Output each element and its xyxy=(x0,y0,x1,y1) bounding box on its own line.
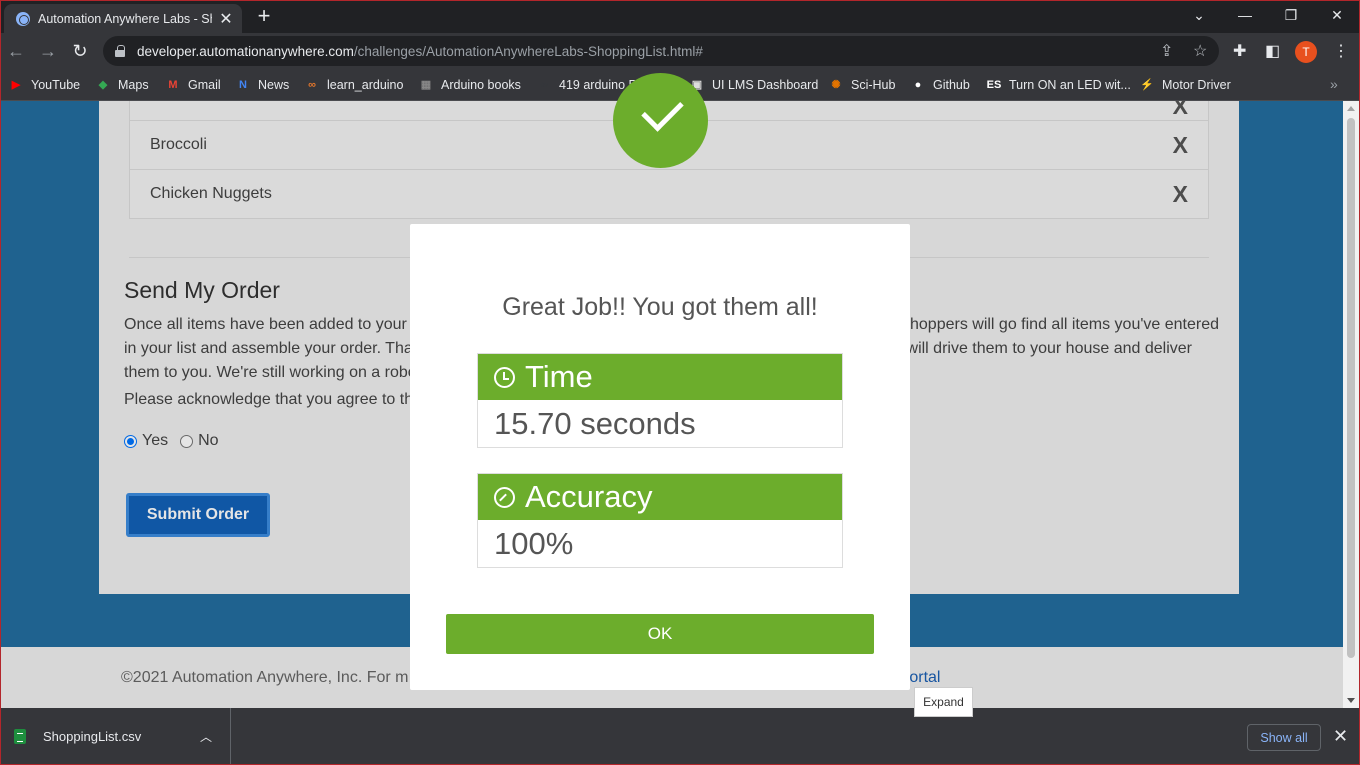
address-bar[interactable]: developer.automationanywhere.com/challen… xyxy=(103,36,1219,66)
bookmark-sci-hub[interactable]: ✺ Sci-Hub xyxy=(828,75,895,95)
reload-icon[interactable]: ↻ xyxy=(68,39,92,63)
bookmark-gmail[interactable]: M Gmail xyxy=(165,75,221,95)
bookmark-motor-driver[interactable]: ⚡ Motor Driver xyxy=(1139,75,1231,95)
time-label: Time xyxy=(525,359,593,394)
bookmark-label: Arduino books xyxy=(441,78,521,92)
alarm-clock-icon xyxy=(494,366,515,388)
gauge-icon xyxy=(494,486,515,508)
youtube-icon: ▶ xyxy=(11,79,21,91)
download-bar: ShoppingList.csv ︿ Show all ✕ xyxy=(0,708,1360,765)
download-file-name: ShoppingList.csv xyxy=(43,729,142,744)
bookmark-label: Github xyxy=(933,78,970,92)
restore-button[interactable]: ❐ xyxy=(1268,0,1314,30)
bookmark-turn-on-an-led-wit[interactable]: ES Turn ON an LED wit... xyxy=(986,75,1131,95)
bookmark-label: Maps xyxy=(118,78,149,92)
es-icon: ES xyxy=(986,79,1002,91)
globe-icon xyxy=(16,11,30,26)
side-panel-icon[interactable]: ◧ xyxy=(1265,41,1280,61)
ok-button[interactable]: OK xyxy=(446,614,874,654)
menu-icon[interactable]: ⋮ xyxy=(1333,41,1349,61)
tab-strip: Automation Anywhere Labs - Shopping List… xyxy=(0,0,1360,33)
chevron-up-icon[interactable]: ︿ xyxy=(200,728,212,745)
time-value: 15.70 seconds xyxy=(478,400,842,447)
extensions-icon[interactable]: ✚ xyxy=(1233,41,1246,61)
lock-icon[interactable] xyxy=(115,45,125,57)
bookmark-label: UI LMS Dashboard xyxy=(712,78,819,92)
bookmark-github[interactable]: ● Github xyxy=(910,75,970,95)
bookmark-label: News xyxy=(258,78,290,92)
github-icon: ● xyxy=(914,79,922,91)
bookmark-ui-lms-dashboard[interactable]: ▣ UI LMS Dashboard xyxy=(689,75,819,95)
time-panel: Time 15.70 seconds xyxy=(477,353,843,448)
accuracy-value: 100% xyxy=(478,520,842,567)
bookmark-news[interactable]: N News xyxy=(235,75,289,95)
accuracy-label: Accuracy xyxy=(525,479,653,514)
tab-title: Automation Anywhere Labs - Shopping List xyxy=(38,11,212,26)
bookmark-label: Motor Driver xyxy=(1162,78,1231,92)
url-text: developer.automationanywhere.com/challen… xyxy=(137,43,703,59)
scihub-icon: ✺ xyxy=(831,79,841,91)
infinity-icon: ∞ xyxy=(540,79,548,91)
checkmark-icon xyxy=(613,73,708,168)
motor-icon: ⚡ xyxy=(1140,79,1154,91)
back-icon[interactable]: ← xyxy=(4,39,28,63)
bookmark-label: Sci-Hub xyxy=(851,78,896,92)
close-download-bar-icon[interactable]: ✕ xyxy=(1333,726,1348,747)
browser-tab[interactable]: Automation Anywhere Labs - Shopping List… xyxy=(4,4,242,33)
accuracy-panel: Accuracy 100% xyxy=(477,473,843,568)
scroll-down-icon[interactable] xyxy=(1347,698,1355,703)
bookmark-learn-arduino[interactable]: ∞ learn_arduino xyxy=(304,75,403,95)
page-scrollbar[interactable] xyxy=(1343,101,1359,708)
browser-toolbar: ← → ↻ developer.automationanywhere.com/c… xyxy=(0,33,1360,69)
bookmark-star-icon[interactable]: ☆ xyxy=(1193,41,1207,61)
new-tab-button[interactable]: + xyxy=(254,4,274,28)
minimize-button[interactable]: — xyxy=(1222,0,1268,30)
book-icon: ▦ xyxy=(420,79,432,91)
bookmark-label: YouTube xyxy=(31,78,81,92)
bookmark-label: Turn ON an LED wit... xyxy=(1009,78,1131,92)
show-all-button[interactable]: Show all xyxy=(1247,724,1321,751)
close-window-button[interactable]: ✕ xyxy=(1314,0,1360,30)
more-bookmarks-icon[interactable]: » xyxy=(1330,76,1338,92)
download-item[interactable]: ShoppingList.csv ︿ xyxy=(0,708,231,765)
forward-icon[interactable]: → xyxy=(36,39,60,63)
scroll-up-icon[interactable] xyxy=(1347,106,1355,111)
bookmark-youtube[interactable]: ▶ YouTube xyxy=(8,75,80,95)
profile-avatar[interactable]: T xyxy=(1295,41,1317,63)
bookmark-maps[interactable]: ◆ Maps xyxy=(95,75,149,95)
maps-icon: ◆ xyxy=(98,79,108,91)
tab-search-icon[interactable]: ⌄ xyxy=(1176,0,1222,30)
csv-file-icon xyxy=(14,729,26,744)
arduino-icon: ∞ xyxy=(308,79,316,91)
page-viewport: X Broccoli X Chicken Nuggets X Send My O… xyxy=(0,101,1343,708)
bookmark-label: learn_arduino xyxy=(327,78,404,92)
modal-title: Great Job!! You got them all! xyxy=(502,293,818,321)
bookmark-label: Gmail xyxy=(188,78,221,92)
share-icon[interactable]: ⇪ xyxy=(1160,41,1173,61)
expand-tooltip: Expand xyxy=(914,687,973,717)
success-modal: Great Job!! You got them all! Time 15.70… xyxy=(410,224,910,690)
close-tab-icon[interactable]: ✕ xyxy=(218,9,234,29)
gmail-icon: M xyxy=(168,79,178,91)
scrollbar-thumb[interactable] xyxy=(1347,118,1355,658)
bookmark-arduino-books[interactable]: ▦ Arduino books xyxy=(418,75,521,95)
news-icon: N xyxy=(239,79,247,91)
